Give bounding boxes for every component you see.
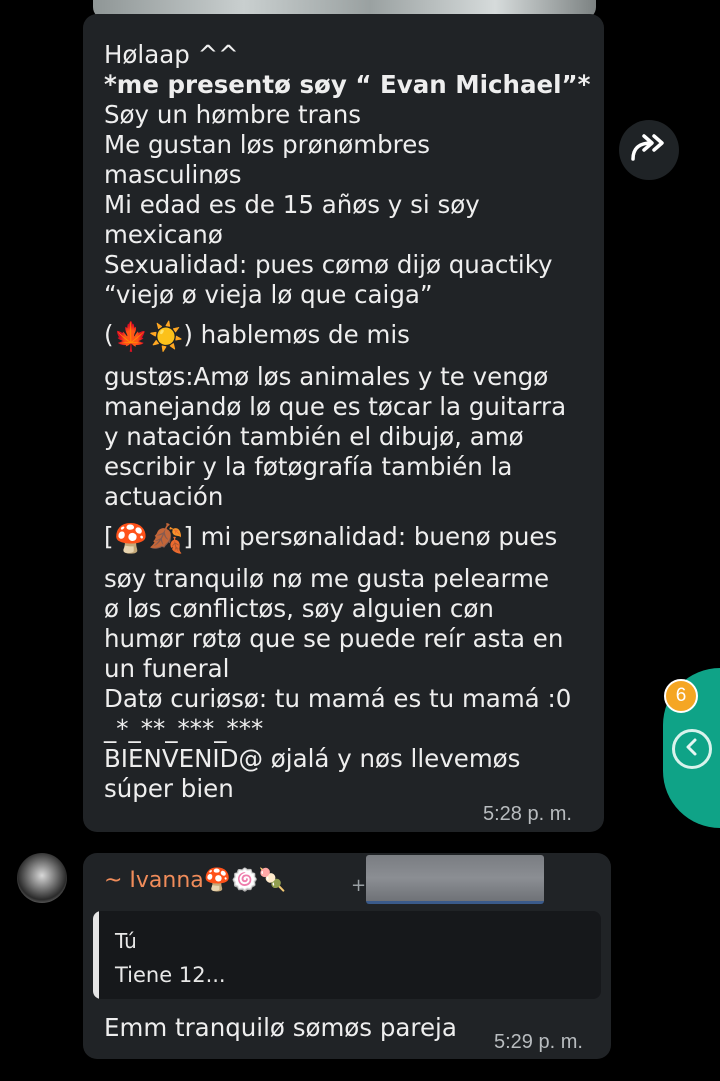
message-text: Hølaap ^^ *me presentø søy “ Evan Michae… — [104, 40, 594, 804]
message-line: un funeral — [104, 654, 230, 683]
message-line: escribir y la føtøgrafía también la — [104, 452, 513, 481]
message-line: masculinøs — [104, 160, 242, 189]
chevron-left-icon — [683, 737, 701, 761]
mushroom-emoji: 🍄 — [113, 522, 149, 555]
scroll-down-button[interactable] — [672, 729, 712, 769]
message-line: [🍄🍂] mi persønalidad: buenø pues — [104, 522, 558, 555]
forward-icon — [629, 133, 669, 167]
message-line: ø løs cønflictøs, søy alguien cøn — [104, 594, 494, 623]
message-line: Hølaap ^^ — [104, 40, 239, 69]
sender-name[interactable]: ~ Ivanna🍄🍥🍡 — [104, 868, 286, 893]
message-line: mexicanø — [104, 220, 223, 249]
quote-text: Tiene 12... — [115, 963, 226, 987]
message-line: manejandø lø que es tøcar la guitarra — [104, 392, 567, 421]
message-timestamp: 5:28 p. m. — [483, 803, 572, 825]
message-line: Me gustan løs prønømbres — [104, 130, 431, 159]
message-line: søy tranquilø nø me gusta pelearme — [104, 564, 550, 593]
message-line: (🍁☀️) hablemøs de mis — [104, 320, 410, 353]
message-line: BIENVENID@ øjalá y nøs llevemøs — [104, 744, 521, 773]
sun-emoji: ☀️ — [148, 320, 184, 353]
unread-count-badge: 6 — [664, 679, 698, 713]
message-line: *me presentø søy “ Evan Michael”* — [104, 70, 591, 99]
quote-bar — [93, 911, 99, 999]
fallen-leaf-emoji: 🍂 — [148, 522, 184, 555]
maple-leaf-emoji: 🍁 — [113, 320, 149, 353]
message-line: “viejø ø vieja lø que caiga” — [104, 280, 433, 309]
message-line: _*_**_***_*** — [104, 714, 264, 743]
message-line: actuación — [104, 482, 224, 511]
message-line: Mi edad es de 15 añøs y si søy — [104, 190, 480, 219]
message-line: súper bien — [104, 774, 234, 803]
redacted-phone-number — [366, 855, 544, 904]
message-line: y natación también el dibujø, amø — [104, 422, 524, 451]
message-line: humør røtø que se puede reír asta en — [104, 624, 564, 653]
quote-author: Tú — [115, 929, 137, 953]
forward-button[interactable] — [619, 120, 679, 180]
message-text: Emm tranquilø sømøs pareja — [104, 1013, 457, 1042]
message-line: Datø curiøsø: tu mamá es tu mamá :0 — [104, 684, 572, 713]
quoted-message[interactable]: Tú Tiene 12... — [93, 911, 601, 999]
message-line: Sexualidad: pues cømø dijø quactiky — [104, 250, 553, 279]
message-timestamp: 5:29 p. m. — [494, 1031, 583, 1053]
message-bubble[interactable]: ~ Ivanna🍄🍥🍡 + Tú Tiene 12... Emm tranqui… — [83, 853, 611, 1059]
avatar[interactable] — [17, 853, 67, 903]
message-line: gustøs:Amø løs animales y te vengø — [104, 362, 549, 391]
message-line: Søy un hømbre trans — [104, 100, 361, 129]
add-contact-plus[interactable]: + — [351, 875, 366, 896]
message-bubble[interactable]: Hølaap ^^ *me presentø søy “ Evan Michae… — [83, 14, 604, 832]
